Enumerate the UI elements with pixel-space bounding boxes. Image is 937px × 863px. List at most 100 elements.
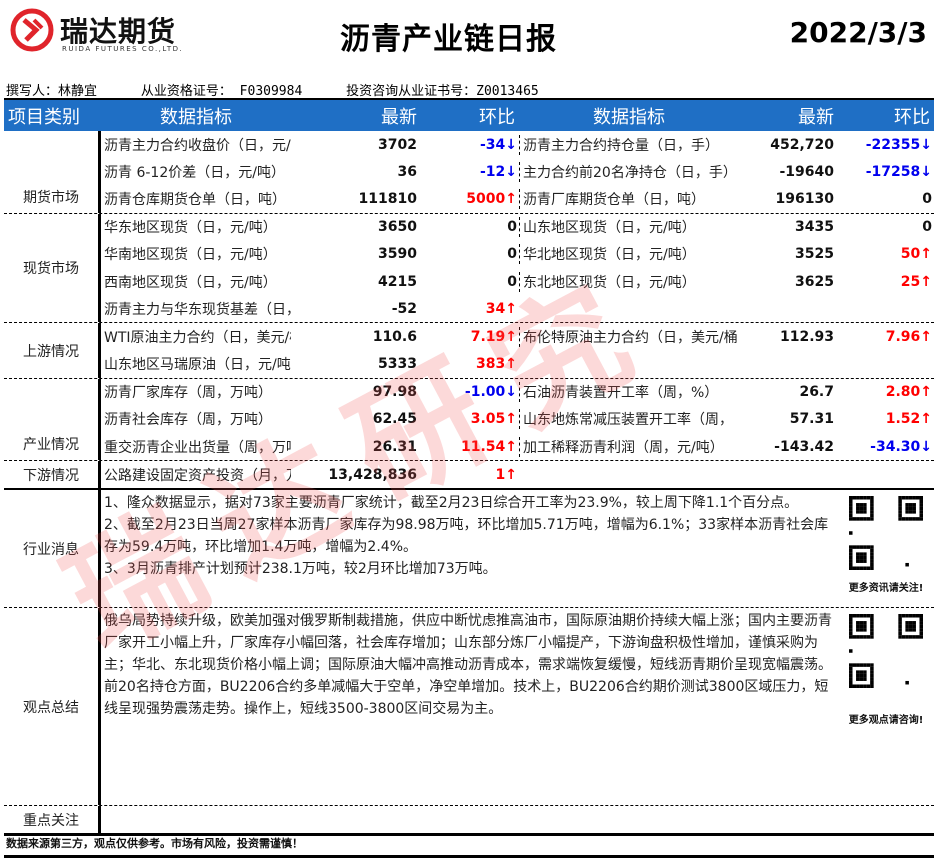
metric-value: 26.7 [799,384,834,401]
table-header: 项目类别 数据指标 最新 环比 数据指标 最新 环比 [4,98,934,131]
category-label: 现货市场 [4,213,101,323]
news-body: 1、隆众数据显示，据对73家主要沥青厂家统计，截至2月23日综合开工率为23.9… [101,490,934,607]
metric-label: 公路建设固定资产投资（月，万元 [104,467,291,484]
data-table: 项目类别 数据指标 最新 环比 数据指标 最新 环比 期货市场 沥青主力合约收盘价… [4,98,934,837]
category-label: 期货市场 [4,131,101,213]
table-section: 产业情况 沥青厂家库存（周，万吨） 97.98 -1.00↓ 石油沥青装置开工率（周，%… [4,378,934,462]
metric-change: -1.00↓ [464,384,517,401]
metric-value: 452,720 [770,136,834,153]
metric-change: 7.19↑ [470,328,517,345]
news-line: 2、截至2月23日当周27家样本沥青厂家库存为98.98万吨，环比增加5.71万… [104,517,829,556]
metric-value: -143.42 [774,438,834,455]
category-label: 下游情况 [4,461,101,489]
category-label: 观点总结 [4,608,101,806]
table-row: 沥青厂家库存（周，万吨） 97.98 -1.00↓ 石油沥青装置开工率（周，%） 26.… [101,379,934,406]
metric-value: 111810 [358,190,417,207]
metric-value: 3625 [795,273,834,290]
table-row: 沥青主力合约收盘价（日，元/吨） 3702 -34↓沥青主力合约持仓量（日，手） 45… [101,131,934,158]
metric-change: 1.52↑ [885,411,932,428]
metric-value: 3590 [378,246,417,263]
metric-label: 加工稀释沥青利润（周，元/吨） [519,436,739,457]
table-row: WTI原油主力合约（日，美元/桶） 110.6 7.19↑布伦特原油主力合约（日，美… [101,323,934,350]
metric-change: 0 [507,219,517,236]
table-row: 西南地区现货（日，元/吨） 4215 0 东北地区现货（日，元/吨） 3625 25↑ [101,268,934,295]
metric-label: 布伦特原油主力合约（日，美元/桶 [519,326,739,347]
qr-caption: 更多资讯请关注! [848,583,924,595]
metric-label: 沥青厂家库存（周，万吨） [104,385,272,402]
metric-change: 11.54↑ [460,438,517,455]
metric-label: 沥青主力合约持仓量（日，手） [519,134,739,155]
metric-value: 57.31 [789,411,834,428]
report-date: 2022/3/3 [789,16,927,49]
table-row: 山东地区马瑞原油（日，元/吨） 5333 383↑ [101,351,934,378]
metric-value: 4215 [378,273,417,290]
metric-label: 山东地区马瑞原油（日，元/吨） [104,357,291,374]
metric-change: 383↑ [476,356,517,373]
header-metric-2: 数据指标 [593,106,665,128]
metric-value: 97.98 [372,384,417,401]
header-latest-2: 最新 [798,106,834,128]
category-label: 重点关注 [4,806,101,834]
metric-label: 沥青主力合约收盘价（日，元/吨） [104,137,291,154]
table-row: 沥青仓库期货仓单（日，吨） 111810 5000↑ 沥青厂库期货仓单（日，吨） 196… [101,185,934,212]
metric-change: 5000↑ [466,190,517,207]
metric-value: 112.93 [779,328,834,345]
category-label: 产业情况 [4,378,101,461]
metric-value: -52 [391,300,417,317]
news-line: 1、隆众数据显示，据对73家主要沥青厂家统计，截至2月23日综合开工率为23.9… [104,495,799,512]
metric-change: 3.05↑ [470,411,517,428]
views-body: 俄乌局势持续升级，欧美加强对俄罗斯制裁措施，供应中断忧虑推高油市，国际原油期价持… [101,608,934,805]
report-title: 沥青产业链日报 [340,22,557,57]
footer-divider [4,855,934,858]
metric-value: 3435 [795,219,834,236]
investment-cert-no: 投资咨询从业证书号：Z0013465 [346,84,539,99]
metric-change: -12↓ [479,163,517,180]
table-row: 华南地区现货（日，元/吨） 3590 0 华北地区现货（日，元/吨） 3525 50↑ [101,241,934,268]
metric-value: 3702 [378,136,417,153]
metric-change: 2.80↑ [885,384,932,401]
company-logo: 瑞达期货 RUIDA FUTURES CO.,LTD. [10,8,200,54]
focus-section: 重点关注 [4,806,934,837]
metric-label: 华东地区现货（日，元/吨） [104,220,277,237]
metric-label: 山东地区现货（日，元/吨） [519,217,739,238]
writer: 撰写人：林静宜 [6,84,98,99]
metric-change: 0 [922,190,932,207]
logo-name-cn: 瑞达期货 [60,15,177,48]
table-section: 下游情况公路建设固定资产投资（月，万元 13,428,836 1↑ [4,461,934,491]
qr-block: 更多观点请咨询! [846,614,926,732]
metric-change: -17258↓ [865,163,932,180]
table-section: 现货市场 华东地区现货（日，元/吨） 3650 0 山东地区现货（日，元/吨） 3435 0… [4,213,934,324]
report-page: 瑞达期货 RUIDA FUTURES CO.,LTD. 沥青产业链日报 2022… [0,0,937,863]
header-change-2: 环比 [894,106,930,128]
metric-value: 26.31 [372,438,417,455]
focus-body [101,806,934,833]
header-category: 项目类别 [8,106,80,128]
metric-change: 34↑ [485,300,517,317]
table-row: 重交沥青企业出货量（周，万吨） 26.31 11.54↑加工稀释沥青利润（周，元/吨… [101,433,934,460]
metric-change: 0 [922,219,932,236]
qr-block: 更多资讯请关注! [846,496,926,600]
table-row: 沥青主力与华东现货基差（日，元 -52 34↑ [101,295,934,322]
header-metric: 数据指标 [160,106,232,128]
metric-label: WTI原油主力合约（日，美元/桶） [104,329,291,346]
metric-value: 196130 [775,190,834,207]
metric-change: 25↑ [900,273,932,290]
category-label: 上游情况 [4,323,101,378]
metric-value: 3525 [795,246,834,263]
metric-value: 3650 [378,219,417,236]
metric-label: 主力合约前20名净持仓（日，手） [519,161,739,182]
metric-change: 0 [507,273,517,290]
table-row: 华东地区现货（日，元/吨） 3650 0 山东地区现货（日，元/吨） 3435 0 [101,214,934,241]
table-row: 公路建设固定资产投资（月，万元 13,428,836 1↑ [101,461,934,488]
header-latest: 最新 [381,106,417,128]
metric-change: -22355↓ [865,136,932,153]
metric-label: 西南地区现货（日，元/吨） [104,274,277,291]
metric-label: 石油沥青装置开工率（周，%） [519,382,739,403]
table-section: 上游情况WTI原油主力合约（日，美元/桶） 110.6 7.19↑布伦特原油主力合约… [4,323,934,379]
metric-label: 华北地区现货（日，元/吨） [519,244,739,265]
metric-label: 重交沥青企业出货量（周，万吨） [104,439,291,456]
qualification-no: 从业资格证号： F0309984 [140,84,303,99]
metric-label: 华南地区现货（日，元/吨） [104,247,277,264]
table-row: 沥青社会库存（周，万吨） 62.45 3.05↑ 山东地炼常减压装置开工率（周， 57.… [101,406,934,433]
metric-value: 13,428,836 [328,466,417,483]
